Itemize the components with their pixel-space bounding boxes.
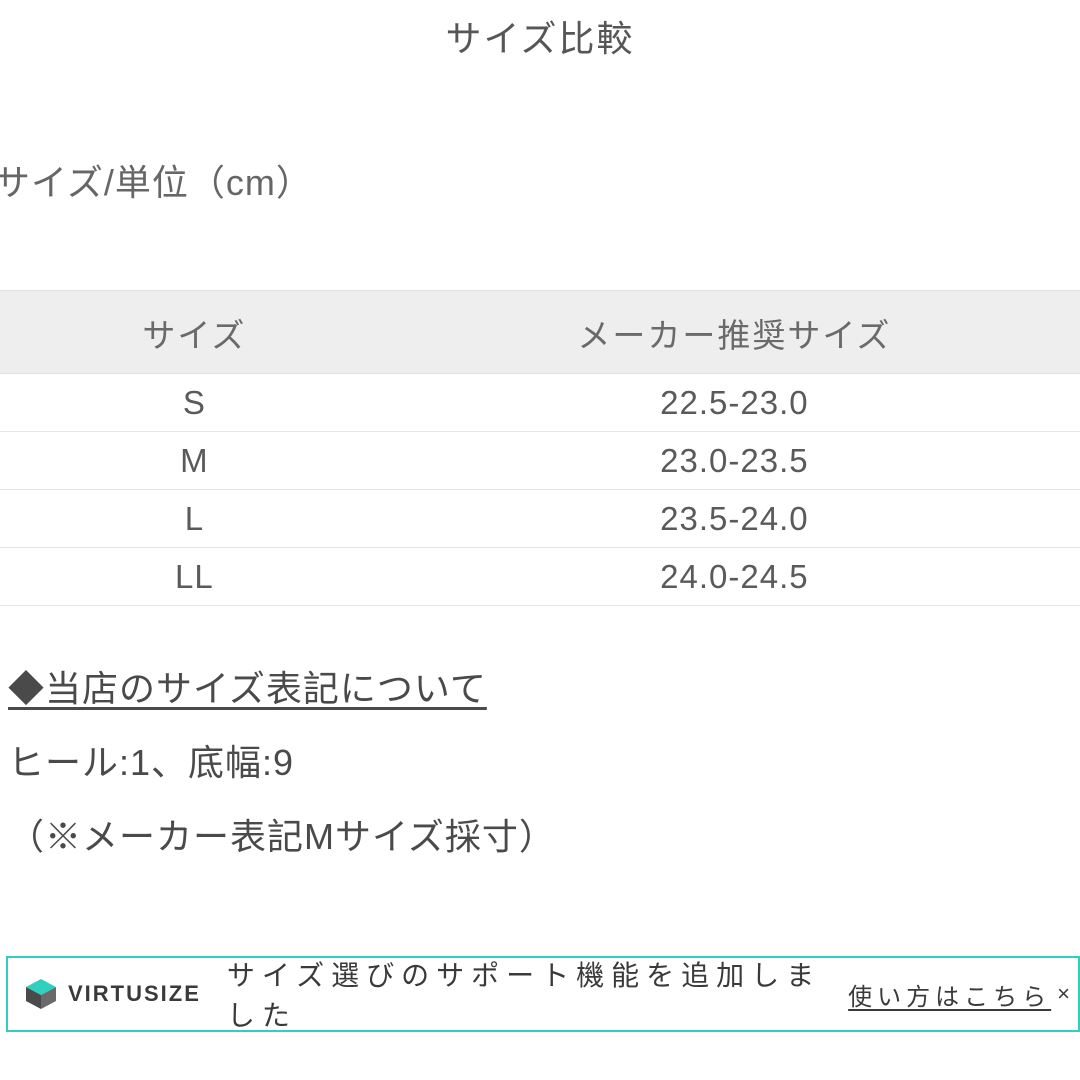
cell-size: M: [0, 432, 389, 490]
virtusize-brand: VIRTUSIZE: [68, 981, 201, 1007]
table-row: LL 24.0-24.5: [0, 548, 1080, 606]
cell-size: L: [0, 490, 389, 548]
col-header-size: サイズ: [0, 291, 389, 374]
notation-heading: ◆当店のサイズ表記について: [8, 660, 1080, 712]
col-header-recommended: メーカー推奨サイズ: [389, 291, 1080, 374]
unit-label: サイズ/単位（cm）: [0, 154, 1080, 206]
cell-size: LL: [0, 548, 389, 606]
table-row: S 22.5-23.0: [0, 374, 1080, 432]
close-icon[interactable]: ×: [1057, 981, 1070, 1007]
notation-note: （※メーカー表記Mサイズ採寸）: [8, 808, 1080, 860]
virtusize-banner[interactable]: VIRTUSIZE サイズ選びのサポート機能を追加しました 使い方はこちら ×: [6, 956, 1080, 1032]
banner-link[interactable]: 使い方はこちら: [848, 977, 1051, 1012]
notation-line: ヒール:1、底幅:9: [8, 734, 1080, 786]
virtusize-logo: VIRTUSIZE: [24, 977, 201, 1011]
virtusize-icon: [24, 977, 58, 1011]
page-title: サイズ比較: [0, 0, 1080, 62]
cell-range: 23.0-23.5: [389, 432, 1080, 490]
cell-range: 23.5-24.0: [389, 490, 1080, 548]
table-row: M 23.0-23.5: [0, 432, 1080, 490]
banner-text: サイズ選びのサポート機能を追加しました: [227, 954, 848, 1034]
cell-range: 22.5-23.0: [389, 374, 1080, 432]
cell-range: 24.0-24.5: [389, 548, 1080, 606]
table-row: L 23.5-24.0: [0, 490, 1080, 548]
table-header-row: サイズ メーカー推奨サイズ: [0, 291, 1080, 374]
cell-size: S: [0, 374, 389, 432]
size-table: サイズ メーカー推奨サイズ S 22.5-23.0 M 23.0-23.5 L …: [0, 290, 1080, 606]
